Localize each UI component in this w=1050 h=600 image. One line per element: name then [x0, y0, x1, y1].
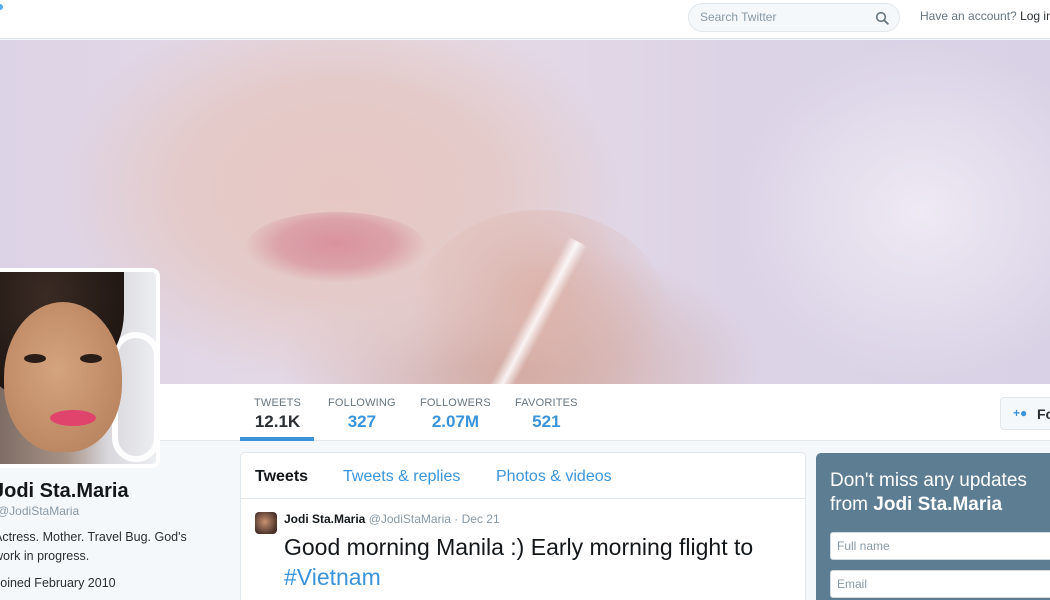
stat-label: FAVORITES [515, 397, 578, 409]
stat-tweets[interactable]: TWEETS 12.1K [254, 397, 301, 432]
profile-name[interactable]: Jodi Sta.Maria [0, 480, 129, 503]
search-box[interactable] [688, 3, 900, 32]
tweet-timeline: Tweets Tweets & replies Photos & videos … [240, 452, 806, 600]
banner-lips [246, 212, 426, 282]
person-plus-icon: +● [1013, 406, 1028, 420]
banner-background-light [730, 40, 1050, 384]
stat-following[interactable]: FOLLOWING 327 [328, 397, 396, 432]
tweet-header: Jodi Sta.Maria @JodiStaMaria · Dec 21 [284, 512, 500, 526]
follow-button-label: Follow [1037, 406, 1050, 422]
avatar-face [4, 302, 122, 452]
stat-value: 12.1K [254, 412, 301, 431]
tweet-separator: · [454, 512, 459, 526]
tweet-text-body: Good morning Manila :) Early morning fli… [284, 534, 754, 560]
fullname-field[interactable] [830, 532, 1050, 560]
timeline-tabs: Tweets Tweets & replies Photos & videos [241, 453, 805, 499]
tweet-hashtag[interactable]: #Vietnam [284, 564, 381, 590]
stat-label: FOLLOWERS [420, 397, 491, 409]
signup-heading: Don't miss any updates from Jodi Sta.Mar… [830, 469, 1050, 517]
signup-heading-name: Jodi Sta.Maria [873, 494, 1003, 515]
stat-label: TWEETS [254, 397, 302, 409]
twitter-bird-icon[interactable] [0, 4, 3, 10]
stat-followers[interactable]: FOLLOWERS 2.07M [420, 397, 491, 432]
profile-avatar[interactable] [0, 268, 160, 468]
tweet-author-avatar[interactable] [255, 512, 277, 534]
tab-tweets[interactable]: Tweets [255, 468, 308, 486]
stat-value: 327 [347, 412, 377, 431]
active-stat-underline [240, 437, 314, 441]
tweet-date[interactable]: Dec 21 [462, 512, 500, 526]
login-link[interactable]: Log in [1020, 9, 1050, 23]
top-navigation-bar: Have an account? Log in [0, 0, 1050, 39]
stat-value: 2.07M [431, 412, 480, 431]
email-field[interactable] [830, 570, 1050, 598]
login-prompt: Have an account? Log in [920, 9, 1050, 23]
have-account-text: Have an account? [920, 9, 1017, 23]
avatar-eye [24, 354, 46, 363]
profile-joined-date: Joined February 2010 [0, 576, 116, 590]
tab-photos-and-videos[interactable]: Photos & videos [496, 468, 612, 486]
profile-handle[interactable]: @JodiStaMaria [0, 504, 79, 518]
follow-button[interactable]: +● Follow [1000, 397, 1050, 430]
stat-value: 521 [532, 412, 561, 431]
tweet-text: Good morning Manila :) Early morning fli… [284, 532, 794, 592]
tab-tweets-and-replies[interactable]: Tweets & replies [343, 468, 460, 486]
avatar-eye [80, 354, 102, 363]
tweet-author-handle[interactable]: @JodiStaMaria [369, 512, 451, 526]
signup-panel: Don't miss any updates from Jodi Sta.Mar… [816, 453, 1050, 600]
stat-favorites[interactable]: FAVORITES 521 [515, 397, 578, 432]
stat-label: FOLLOWING [328, 397, 396, 409]
search-icon[interactable] [875, 11, 889, 25]
tweet-author-name[interactable]: Jodi Sta.Maria [284, 512, 365, 526]
profile-description: Actress. Mother. Travel Bug. God's work … [0, 530, 187, 563]
avatar-mouth [50, 410, 96, 426]
search-input[interactable] [700, 10, 870, 24]
